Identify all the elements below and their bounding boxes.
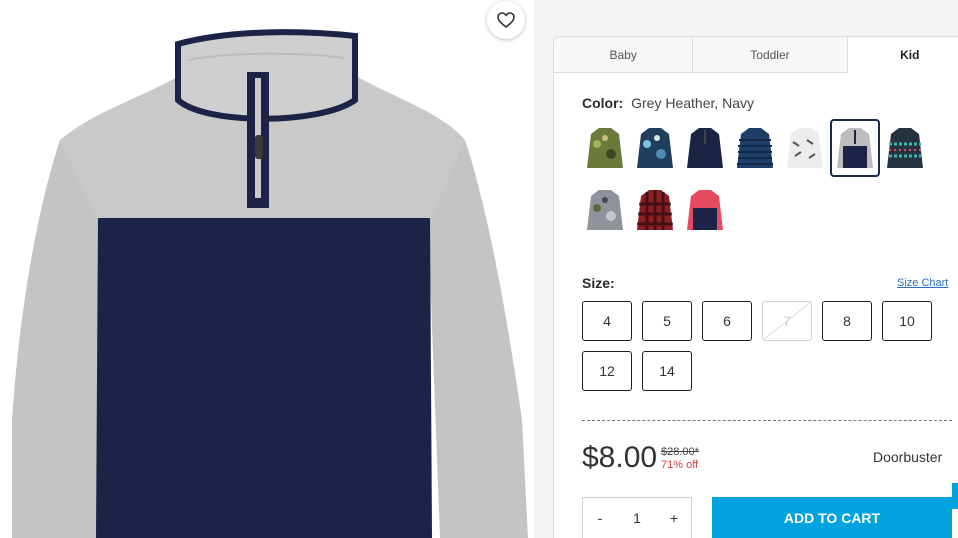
product-image xyxy=(0,0,534,538)
quantity-value[interactable]: 1 xyxy=(633,510,641,526)
unavailable-slash-icon xyxy=(762,301,812,341)
swatch-green-camo[interactable] xyxy=(582,121,628,175)
size-option-12[interactable]: 12 xyxy=(582,351,632,391)
swatch-pink-navy[interactable] xyxy=(682,183,728,237)
swatch-red-buffalo-check[interactable] xyxy=(632,183,678,237)
swatch-fair-isle[interactable] xyxy=(882,121,928,175)
favorite-button[interactable] xyxy=(487,1,525,39)
pullover-thumbnail xyxy=(737,128,773,168)
pullover-thumbnail xyxy=(787,128,823,168)
pullover-thumbnail xyxy=(587,190,623,230)
quantity-increase-button[interactable]: + xyxy=(667,510,681,526)
pullover-thumbnail xyxy=(637,128,673,168)
size-option-5[interactable]: 5 xyxy=(642,301,692,341)
doorbuster-label: Doorbuster xyxy=(873,449,943,465)
pullover-image xyxy=(12,29,528,538)
size-option-4[interactable]: 4 xyxy=(582,301,632,341)
swatch-blue-camo[interactable] xyxy=(632,121,678,175)
size-option-8[interactable]: 8 xyxy=(822,301,872,341)
pullover-thumbnail xyxy=(587,128,623,168)
swatch-navy-stripe[interactable] xyxy=(732,121,778,175)
current-price: $8.00 xyxy=(582,441,658,474)
quantity-stepper: - 1 + xyxy=(582,497,692,538)
swatch-grey-camo[interactable] xyxy=(582,183,628,237)
pullover-thumbnail xyxy=(887,128,923,168)
divider xyxy=(582,420,952,421)
size-option-14[interactable]: 14 xyxy=(642,351,692,391)
pullover-thumbnail xyxy=(637,190,673,230)
color-label: Color: xyxy=(582,95,624,111)
size-option-6[interactable]: 6 xyxy=(702,301,752,341)
swatch-grey-navy[interactable] xyxy=(830,119,880,177)
swatch-navy[interactable] xyxy=(682,121,728,175)
discount-percent: 71% off xyxy=(661,459,699,471)
pullover-thumbnail xyxy=(837,128,873,168)
pullover-thumbnail xyxy=(687,128,723,168)
add-to-cart-button[interactable]: ADD TO CART xyxy=(712,497,952,538)
heart-icon xyxy=(497,12,515,28)
color-value: Grey Heather, Navy xyxy=(631,95,755,111)
tab-baby[interactable]: Baby xyxy=(554,37,694,73)
quantity-decrease-button[interactable]: - xyxy=(593,510,607,526)
original-price: $28.00* xyxy=(661,446,699,458)
size-option-10[interactable]: 10 xyxy=(882,301,932,341)
size-label: Size: xyxy=(582,275,615,291)
color-selection: Color: Grey Heather, Navy xyxy=(582,95,754,111)
pullover-thumbnail xyxy=(687,190,723,230)
age-tabs: Baby Toddler Kid xyxy=(554,37,958,73)
size-option-7-unavailable: 7 xyxy=(762,301,812,341)
tab-toddler[interactable]: Toddler xyxy=(693,37,848,73)
size-chart-link[interactable]: Size Chart xyxy=(897,277,948,289)
product-options-panel: Baby Toddler Kid Color: Grey Heather, Na… xyxy=(553,36,958,538)
swatch-white-print[interactable] xyxy=(782,121,828,175)
add-to-cart-edge xyxy=(952,483,958,509)
tab-kid[interactable]: Kid xyxy=(847,37,958,73)
